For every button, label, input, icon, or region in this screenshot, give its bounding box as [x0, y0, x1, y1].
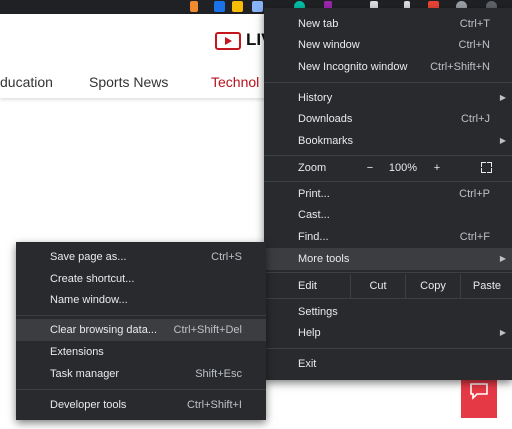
menu-item-more-tools[interactable]: More tools ▶: [264, 248, 512, 270]
menu-divider: [16, 389, 266, 390]
menu-divider: [264, 82, 512, 83]
edit-row: Edit Cut Copy Paste: [264, 274, 512, 298]
menu-item-find[interactable]: Find... Ctrl+F: [264, 226, 512, 248]
chat-bubble-icon: [470, 383, 488, 400]
browser-main-menu: New tab Ctrl+T New window Ctrl+N New Incog…: [264, 8, 512, 380]
submenu-item-extensions[interactable]: Extensions: [16, 341, 266, 363]
tv-logo-icon[interactable]: [215, 32, 241, 50]
menu-item-print[interactable]: Print... Ctrl+P: [264, 183, 512, 205]
menu-item-downloads[interactable]: Downloads Ctrl+J: [264, 108, 512, 130]
menu-divider: [264, 272, 512, 273]
menu-item-new-tab[interactable]: New tab Ctrl+T: [264, 13, 512, 35]
submenu-item-create-shortcut[interactable]: Create shortcut...: [16, 268, 266, 290]
extension-icon[interactable]: [214, 1, 225, 12]
submenu-item-name-window[interactable]: Name window...: [16, 289, 266, 311]
submenu-item-save-page-as[interactable]: Save page as... Ctrl+S: [16, 246, 266, 268]
submenu-arrow-icon: ▶: [499, 136, 506, 145]
menu-divider: [264, 298, 512, 299]
menu-item-bookmarks[interactable]: Bookmarks ▶: [264, 130, 512, 152]
submenu-item-clear-browsing-data[interactable]: Clear browsing data... Ctrl+Shift+Del: [16, 319, 266, 341]
menu-item-exit[interactable]: Exit: [264, 353, 512, 375]
zoom-out-button[interactable]: −: [358, 157, 382, 179]
extension-icon[interactable]: [252, 1, 263, 12]
nav-link-technology[interactable]: Technol: [211, 74, 259, 90]
menu-divider: [16, 315, 266, 316]
zoom-row: Zoom − 100% +: [264, 157, 512, 179]
paste-button[interactable]: Paste: [460, 274, 512, 298]
submenu-arrow-icon: ▶: [499, 93, 506, 102]
more-tools-submenu: Save page as... Ctrl+S Create shortcut...…: [16, 242, 266, 420]
submenu-arrow-icon: ▶: [499, 328, 506, 337]
menu-item-cast[interactable]: Cast...: [264, 204, 512, 226]
menu-item-new-window[interactable]: New window Ctrl+N: [264, 34, 512, 56]
submenu-arrow-icon: ▶: [499, 254, 506, 263]
menu-divider: [264, 181, 512, 182]
extension-icon[interactable]: [232, 1, 243, 12]
menu-item-settings[interactable]: Settings: [264, 301, 512, 323]
zoom-label: Zoom: [298, 162, 327, 174]
menu-divider: [264, 155, 512, 156]
menu-item-history[interactable]: History ▶: [264, 87, 512, 109]
extension-icon[interactable]: [190, 1, 198, 12]
edit-label: Edit: [298, 280, 317, 292]
submenu-item-task-manager[interactable]: Task manager Shift+Esc: [16, 363, 266, 385]
nav-link-education[interactable]: ducation: [0, 74, 53, 90]
menu-divider: [264, 348, 512, 349]
fullscreen-icon[interactable]: [481, 162, 492, 173]
copy-button[interactable]: Copy: [405, 274, 460, 298]
submenu-item-developer-tools[interactable]: Developer tools Ctrl+Shift+I: [16, 394, 266, 416]
zoom-in-button[interactable]: +: [425, 157, 449, 179]
cut-button[interactable]: Cut: [350, 274, 405, 298]
zoom-level: 100%: [388, 162, 418, 174]
menu-item-new-incognito-window[interactable]: New Incognito window Ctrl+Shift+N: [264, 56, 512, 78]
nav-link-sports-news[interactable]: Sports News: [89, 74, 168, 90]
menu-item-help[interactable]: Help ▶: [264, 322, 512, 344]
